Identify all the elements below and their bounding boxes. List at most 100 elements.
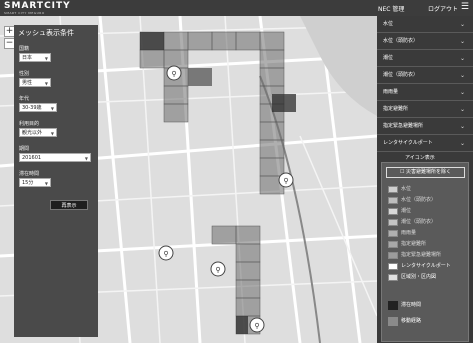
svg-text:⚲: ⚲ bbox=[254, 322, 259, 330]
legend-item: 水位（頭防衣） bbox=[388, 196, 436, 205]
chevron-down-icon: ⌄ bbox=[459, 72, 465, 79]
chevron-down-icon: ▼ bbox=[50, 106, 54, 111]
mesh-condition-panel: メッシュ表示条件 国籍 日本 ▼ 性別 男性 ▼ 年代 30-39歳 ▼ 利用目的 観… bbox=[14, 25, 98, 337]
chevron-down-icon: ▼ bbox=[50, 131, 54, 136]
hamburger-icon[interactable]: ☰ bbox=[461, 2, 469, 12]
layer-label: レンタサイクルポート bbox=[383, 140, 433, 146]
legend-item: レンタサイクルポート bbox=[388, 262, 451, 271]
chevron-down-icon: ⌄ bbox=[459, 106, 465, 113]
layer-label: 潮位（頭防衣） bbox=[383, 72, 419, 78]
legend-item: 区域別・区内図 bbox=[388, 273, 436, 282]
icon-legend-box: ☐ 災害避難場所を除く 水位 水位（頭防衣） 潮位 潮位（頭防衣） 雨雨量 指定… bbox=[381, 162, 469, 342]
svg-text:⚲: ⚲ bbox=[171, 70, 176, 78]
chevron-down-icon: ⌄ bbox=[459, 38, 465, 45]
purpose-label: 利用目的 bbox=[19, 121, 40, 127]
legend-label: 潮位（頭防衣） bbox=[401, 219, 437, 225]
chevron-down-icon: ▼ bbox=[44, 81, 48, 86]
layer-sidebar: 水位 ⌄ 水位（頭防衣） ⌄ 潮位 ⌄ 潮位（頭防衣） ⌄ 雨雨量 ⌄ 指定避難所 ⌄ 指定… bbox=[377, 16, 473, 343]
gender-label: 性別 bbox=[19, 71, 30, 77]
nationality-select[interactable]: 日本 ▼ bbox=[19, 53, 51, 62]
layer-item-water-level[interactable]: 水位 ⌄ bbox=[377, 16, 473, 33]
layer-label: 水位 bbox=[383, 21, 394, 27]
layer-item-emergency-evacuation[interactable]: 指定緊急避難場所 ⌄ bbox=[377, 118, 473, 135]
chevron-down-icon: ⌄ bbox=[459, 123, 465, 130]
app-logo-subtitle: SMART CITY MEGURO bbox=[4, 11, 45, 15]
layer-item-tide-level[interactable]: 潮位 ⌄ bbox=[377, 50, 473, 67]
legend-item: 指定避難所 bbox=[388, 240, 426, 249]
tide-level-protect-icon bbox=[388, 219, 398, 226]
chevron-down-icon: ▼ bbox=[44, 181, 48, 186]
logout-link[interactable]: ログアウト bbox=[428, 4, 458, 13]
layer-item-tide-level-protect[interactable]: 潮位（頭防衣） ⌄ bbox=[377, 67, 473, 84]
chevron-down-icon: ▼ bbox=[84, 156, 88, 161]
chevron-down-icon: ⌄ bbox=[459, 21, 465, 28]
shelter-icon bbox=[388, 241, 398, 248]
legend-label: レンタサイクルポート bbox=[401, 263, 451, 269]
app-header: SMARTCITY SMART CITY MEGURO NEC 管理 ログアウト… bbox=[0, 0, 473, 16]
legend-label: 滞在時間 bbox=[401, 302, 422, 308]
period-label: 期間 bbox=[19, 146, 30, 152]
icon-display-title: アイコン表示 bbox=[405, 155, 435, 161]
stay-time-label: 滞在時間 bbox=[19, 171, 40, 177]
layer-item-rainfall[interactable]: 雨雨量 ⌄ bbox=[377, 84, 473, 101]
water-level-icon bbox=[388, 186, 398, 193]
stay-time-select[interactable]: 15分 ▼ bbox=[19, 178, 51, 187]
app-logo: SMARTCITY bbox=[4, 1, 71, 11]
period-select[interactable]: 201601 ▼ bbox=[19, 153, 91, 162]
chevron-down-icon: ⌄ bbox=[459, 140, 465, 147]
layer-item-rental-cycle-port[interactable]: レンタサイクルポート ⌄ bbox=[377, 135, 473, 152]
legend-label: 指定緊急避難場所 bbox=[401, 252, 442, 258]
panel-title: メッシュ表示条件 bbox=[18, 29, 74, 37]
chevron-down-icon: ▼ bbox=[44, 56, 48, 61]
movement-route-swatch bbox=[388, 317, 398, 326]
legend-item: 移動経路 bbox=[388, 317, 422, 326]
svg-text:⚲: ⚲ bbox=[215, 266, 220, 274]
rainfall-icon bbox=[388, 230, 398, 237]
tide-level-icon bbox=[388, 208, 398, 215]
legend-label: 区域別・区内図 bbox=[401, 274, 437, 280]
layer-label: 潮位 bbox=[383, 55, 394, 61]
layer-item-water-level-protect[interactable]: 水位（頭防衣） ⌄ bbox=[377, 33, 473, 50]
legend-label: 潮位 bbox=[401, 208, 412, 214]
age-select[interactable]: 30-39歳 ▼ bbox=[19, 103, 57, 112]
chevron-down-icon: ⌄ bbox=[459, 89, 465, 96]
bicycle-icon bbox=[388, 263, 398, 270]
exclude-evacuation-button[interactable]: ☐ 災害避難場所を除く bbox=[386, 167, 465, 178]
layer-label: 指定緊急避難場所 bbox=[383, 123, 424, 129]
redisplay-button[interactable]: 再表示 bbox=[50, 200, 88, 210]
purpose-select[interactable]: 観光以外 ▼ bbox=[19, 128, 57, 137]
layer-label: 指定避難所 bbox=[383, 106, 409, 112]
legend-item: 滞在時間 bbox=[388, 301, 422, 310]
nec-admin-link[interactable]: NEC 管理 bbox=[378, 4, 404, 13]
nationality-label: 国籍 bbox=[19, 46, 30, 52]
legend-label: 雨雨量 bbox=[401, 230, 417, 236]
stay-time-value: 15分 bbox=[22, 180, 34, 186]
period-value: 201601 bbox=[22, 155, 42, 161]
chevron-down-icon: ⌄ bbox=[459, 55, 465, 62]
purpose-value: 観光以外 bbox=[22, 130, 43, 136]
emergency-evacuation-icon bbox=[388, 252, 398, 259]
legend-item: 潮位 bbox=[388, 207, 411, 216]
age-value: 30-39歳 bbox=[22, 105, 42, 111]
gender-select[interactable]: 男性 ▼ bbox=[19, 78, 51, 87]
legend-label: 水位 bbox=[401, 186, 412, 192]
layer-label: 水位（頭防衣） bbox=[383, 38, 419, 44]
district-map-icon bbox=[388, 274, 398, 281]
gender-value: 男性 bbox=[22, 80, 33, 86]
water-level-protect-icon bbox=[388, 197, 398, 204]
nationality-value: 日本 bbox=[22, 55, 33, 61]
exclude-evacuation-label: 災害避難場所を除く bbox=[406, 169, 452, 175]
age-label: 年代 bbox=[19, 96, 30, 102]
legend-label: 水位（頭防衣） bbox=[401, 197, 437, 203]
legend-item: 指定緊急避難場所 bbox=[388, 251, 441, 260]
svg-text:⚲: ⚲ bbox=[163, 250, 168, 258]
svg-text:⚲: ⚲ bbox=[283, 177, 288, 185]
layer-item-shelter[interactable]: 指定避難所 ⌄ bbox=[377, 101, 473, 118]
legend-item: 潮位（頭防衣） bbox=[388, 218, 436, 227]
legend-label: 移動経路 bbox=[401, 318, 422, 324]
stay-time-swatch bbox=[388, 301, 398, 310]
legend-label: 指定避難所 bbox=[401, 241, 427, 247]
layer-label: 雨雨量 bbox=[383, 89, 399, 95]
legend-item: 雨雨量 bbox=[388, 229, 416, 238]
legend-item: 水位 bbox=[388, 185, 411, 194]
